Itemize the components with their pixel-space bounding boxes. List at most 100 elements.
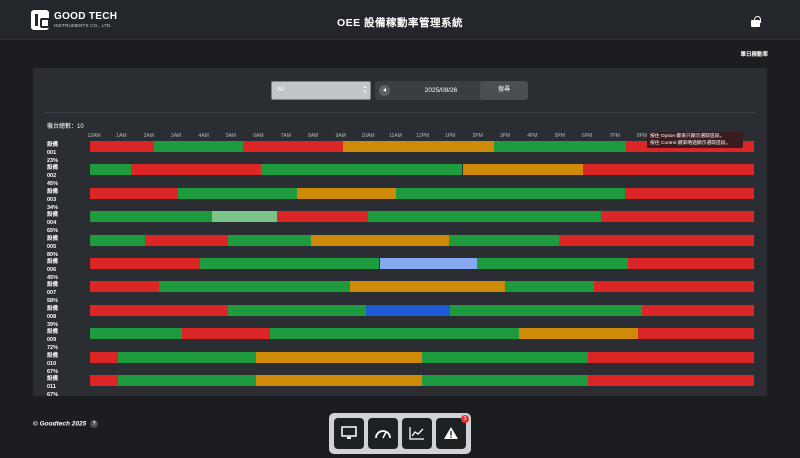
status-segment-run[interactable] [396,187,625,199]
status-segment-idle[interactable] [297,187,397,199]
machine-name: 設備004 [47,212,59,227]
status-segment-stop[interactable] [582,164,754,176]
time-tick: 12PM [416,133,430,139]
status-segment-idle[interactable] [462,164,583,176]
status-segment-run[interactable] [90,164,132,176]
status-segment-run[interactable] [153,141,243,152]
machine-label: 設備005 80% [47,235,58,259]
status-segment-run[interactable] [117,375,256,386]
status-segment-stop[interactable] [90,351,118,363]
status-segment-stop[interactable] [641,304,754,316]
status-segment-run[interactable] [368,211,602,223]
machine-timeline-bar[interactable] [90,164,754,176]
machine-timeline-bar[interactable] [90,351,754,363]
status-segment-run[interactable] [178,187,298,199]
status-segment-run[interactable] [493,141,626,152]
trend-chart-icon [409,427,424,440]
status-segment-idle[interactable] [256,375,422,386]
status-segment-stop[interactable] [145,234,229,246]
status-segment-stop[interactable] [131,164,262,176]
time-tick: 6AM [253,133,264,139]
status-segment-stop[interactable] [90,141,154,152]
status-segment-stop[interactable] [181,328,270,340]
status-segment-run[interactable] [117,351,256,363]
status-segment-run[interactable] [269,328,519,340]
status-segment-stop[interactable] [588,351,754,363]
time-tick: 1AM [116,133,127,139]
status-segment-light_blue[interactable] [379,258,478,269]
status-segment-stop[interactable] [637,328,754,340]
gauge-icon [375,430,391,439]
status-segment-run[interactable] [505,281,594,293]
machine-name: 設備001 [47,142,59,156]
time-tick: 4PM [527,133,538,139]
time-tick: 5PM [554,133,565,139]
dock-alert-button[interactable]: 3 [436,415,469,449]
view-mode-label[interactable]: 單日稼動率 [740,50,768,58]
machine-timeline-bar[interactable] [90,234,754,246]
dock-monitor-button[interactable] [334,418,364,449]
dock-dashboard-button[interactable] [368,418,398,449]
app-title: OEE 設備稼動率管理系統 [336,17,464,29]
machine-label: 設備004 65% [47,211,58,235]
search-button[interactable]: 搜尋 [480,81,528,100]
machine-timeline-bar[interactable] [90,211,754,223]
machine-select-value: All [277,87,284,93]
status-segment-stop[interactable] [558,234,754,246]
status-segment-run[interactable] [90,328,182,340]
machine-name: 設備005 [47,235,59,250]
machine-timeline-bar[interactable] [90,187,754,199]
status-segment-idle[interactable] [311,234,450,246]
status-segment-run[interactable] [261,164,463,176]
status-segment-idle[interactable] [518,328,638,340]
time-tick: 9AM [335,133,346,139]
status-segment-run[interactable] [422,375,588,386]
status-segment-idle[interactable] [342,141,494,152]
status-segment-stop[interactable] [601,211,754,223]
machine-select[interactable]: All ▴ ▾ [271,81,371,100]
machine-timeline-bar[interactable] [90,375,754,386]
status-segment-run[interactable] [228,234,312,246]
machine-timeline-bar[interactable] [90,281,754,293]
status-segment-run[interactable] [90,234,146,246]
copyright: © Goodtech 2025? [33,420,99,428]
status-segment-stop[interactable] [90,258,201,269]
time-tick: 5AM [225,133,237,139]
status-segment-stop[interactable] [627,258,754,269]
machine-label: 設備010 67% [47,352,58,376]
machine-name: 設備006 [47,259,59,273]
time-tick: 2PM [472,133,483,139]
status-segment-stop[interactable] [90,187,179,199]
status-segment-run[interactable] [449,234,559,246]
machine-timeline-bar[interactable] [90,304,754,316]
status-segment-stop[interactable] [90,304,229,316]
status-segment-idle[interactable] [256,351,422,363]
status-segment-run[interactable] [90,211,212,223]
status-segment-stop[interactable] [90,281,160,293]
status-segment-run[interactable] [422,351,588,363]
status-segment-stop[interactable] [624,187,754,199]
status-segment-light_green[interactable] [211,211,278,223]
status-segment-idle[interactable] [349,281,505,293]
machine-name: 設備007 [47,282,59,297]
machine-name: 設備010 [47,352,59,367]
status-segment-run[interactable] [200,258,380,269]
status-segment-run[interactable] [159,281,350,293]
status-segment-stop[interactable] [90,375,118,386]
status-segment-blue[interactable] [365,304,450,316]
status-segment-stop[interactable] [593,281,754,293]
status-segment-run[interactable] [228,304,366,316]
status-segment-stop[interactable] [242,141,343,152]
machine-label: 設備001 23% [47,141,58,165]
status-segment-stop[interactable] [588,375,754,386]
machine-timeline-bar[interactable] [90,258,754,269]
lock-icon[interactable] [751,16,762,27]
machine-timeline-bar[interactable] [90,328,754,340]
help-icon[interactable]: ? [90,420,99,428]
dock-trend-button[interactable] [402,418,432,449]
status-segment-run[interactable] [477,258,628,269]
time-tick: 10AM [361,133,375,139]
time-tick: 7PM [609,133,620,139]
status-segment-run[interactable] [449,304,642,316]
status-segment-stop[interactable] [277,211,369,223]
